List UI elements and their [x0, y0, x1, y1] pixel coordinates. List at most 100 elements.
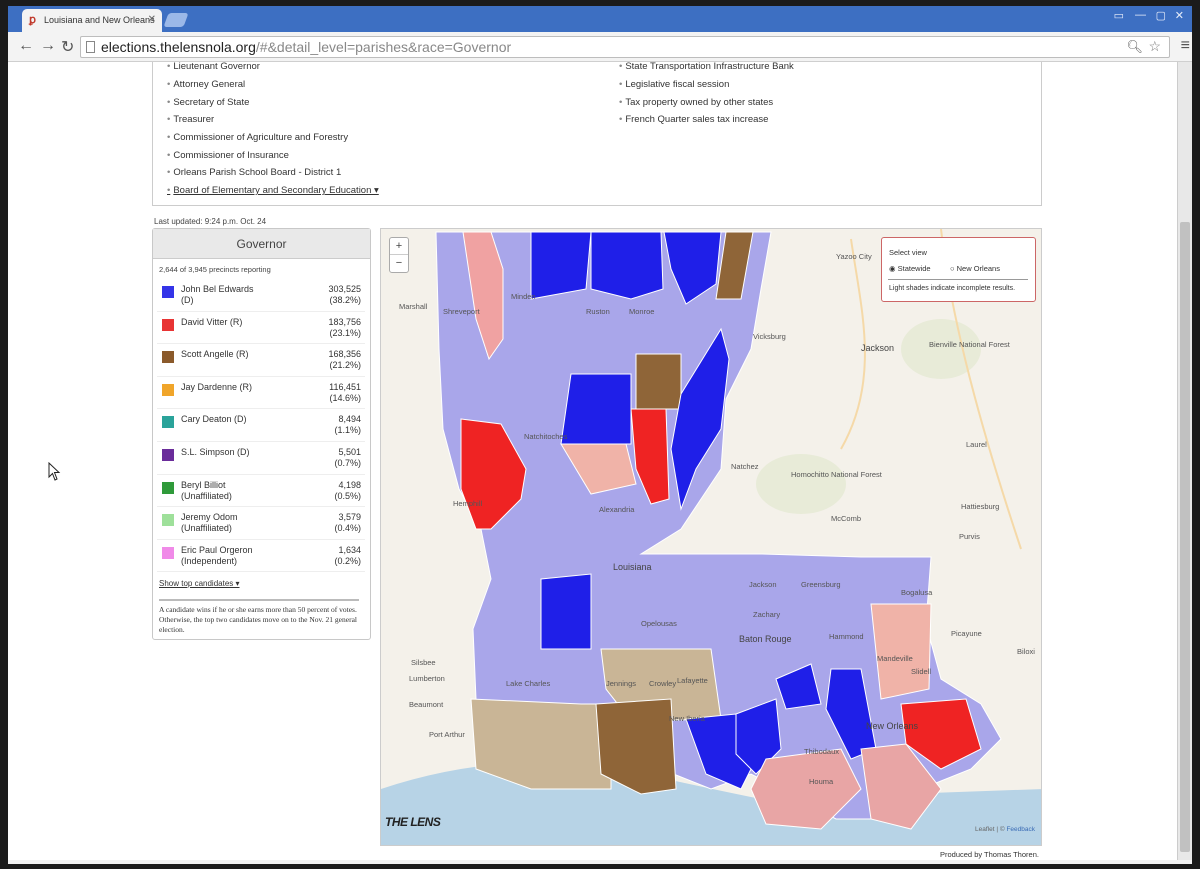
candidate-row: Cary Deaton (D) 8,494 (1.1%) [157, 409, 365, 442]
address-bar[interactable]: elections.thelensnola.org/#&detail_level… [80, 36, 1170, 58]
candidate-name: Beryl Billiot (Unaffiliated) [181, 479, 232, 501]
race-link[interactable]: • State Transportation Infrastructure Ban… [619, 62, 794, 72]
map-label: Crowley [649, 679, 676, 688]
parish-map[interactable]: Yazoo City Jackson Marshall Shreveport M… [380, 228, 1042, 846]
feedback-link[interactable]: Feedback [1006, 826, 1035, 833]
candidate-name: Cary Deaton (D) [181, 414, 247, 425]
candidate-name: Eric Paul Orgeron (Independent) [181, 544, 253, 566]
show-top-candidates-link[interactable]: Show top candidates ▾ [159, 579, 240, 588]
candidate-color-swatch [162, 318, 174, 331]
parish-claiborne[interactable] [530, 231, 592, 300]
minimize-icon[interactable]: — [1135, 9, 1146, 21]
parish-sttammany[interactable] [870, 603, 932, 700]
divider [888, 279, 1028, 280]
candidate-color-swatch [162, 448, 174, 461]
menu-icon[interactable]: ≡ [1181, 37, 1190, 55]
map-label: Ruston [586, 307, 610, 316]
candidate-name: Jay Dardenne (R) [181, 381, 253, 392]
candidate-color-swatch [162, 546, 174, 559]
race-link[interactable]: • Secretary of State [167, 97, 249, 108]
parish-caldwell[interactable] [635, 353, 682, 410]
statewide-option[interactable]: ◉ Statewide [889, 264, 931, 273]
map-label: Hemphill [453, 499, 483, 508]
url-path: /#&detail_level=parishes&race=Governor [255, 39, 512, 55]
candidate-name: S.L. Simpson (D) [181, 446, 250, 457]
map-label: Houma [809, 777, 834, 786]
map-svg[interactable]: Yazoo City Jackson Marshall Shreveport M… [381, 229, 1042, 846]
race-list: • Lieutenant Governor • Attorney General •… [152, 62, 1042, 206]
maximize-icon[interactable]: ▢ [1156, 9, 1166, 22]
map-label: Homochitto National Forest [791, 470, 883, 479]
map-label: Natchitoches [524, 432, 568, 441]
map-label: Thibodaux [804, 747, 839, 756]
zoom-out-button[interactable]: − [390, 255, 408, 272]
results-note: A candidate wins if he or she earns more… [159, 599, 359, 635]
close-tab-icon[interactable]: ✕ [148, 14, 156, 25]
results-panel: Governor 2,644 of 3,945 precincts report… [152, 228, 371, 640]
scrollbar-thumb[interactable] [1180, 222, 1190, 852]
race-link[interactable]: • Orleans Parish School Board - District … [167, 167, 341, 178]
map-label: Beaumont [409, 700, 444, 709]
browser-toolbar: ← → ↻ elections.thelensnola.org/#&detail… [8, 32, 1192, 62]
parish-winn[interactable] [560, 373, 632, 445]
new-tab-button[interactable] [163, 13, 189, 27]
map-hint: Light shades indicate incomplete results… [889, 285, 1016, 292]
select-view-title: Select view [889, 248, 927, 257]
scrollbar[interactable] [1177, 62, 1192, 860]
browser-tab[interactable]: ꝑ Louisiana and New Orleans ✕ [22, 9, 162, 32]
bookmark-star-icon[interactable]: ☆ [1148, 38, 1161, 55]
candidate-row: David Vitter (R) 183,756 (23.1%) [157, 312, 365, 345]
map-label: Picayune [951, 629, 982, 638]
race-link[interactable]: • Tax property owned by other states [619, 97, 773, 108]
the-lens-logo: THE LENS [385, 815, 441, 829]
zoom-control: + − [389, 237, 409, 273]
map-label: Lake Charles [506, 679, 550, 688]
race-link[interactable]: • Lieutenant Governor [167, 62, 260, 72]
race-link[interactable]: • French Quarter sales tax increase [619, 114, 768, 125]
candidate-color-swatch [162, 383, 174, 396]
race-link[interactable]: • Treasurer [167, 114, 214, 125]
map-label: Jennings [606, 679, 636, 688]
tab-bar: ꝑ Louisiana and New Orleans ✕ ▭ — ▢ ✕ [8, 6, 1192, 32]
candidate-color-swatch [162, 351, 174, 364]
user-icon[interactable]: ▭ [1114, 9, 1124, 22]
back-icon[interactable]: ← [18, 37, 34, 55]
race-link[interactable]: • Board of Elementary and Secondary Educa… [167, 185, 379, 196]
candidate-color-swatch [162, 416, 174, 429]
map-label: Bienville National Forest [929, 340, 1011, 349]
map-label: Alexandria [599, 505, 635, 514]
parish-evangeline[interactable] [540, 573, 592, 650]
new-orleans-option[interactable]: ○ New Orleans [950, 264, 1000, 273]
candidate-name: David Vitter (R) [181, 316, 243, 327]
map-label: Jackson [749, 580, 777, 589]
candidate-votes: 183,756 (23.1%) [328, 316, 361, 338]
forward-icon[interactable]: → [40, 37, 56, 55]
race-link[interactable]: • Legislative fiscal session [619, 79, 729, 90]
candidate-votes: 168,356 (21.2%) [328, 349, 361, 371]
map-label: Hattiesburg [961, 502, 999, 511]
reload-icon[interactable]: ↻ [61, 37, 74, 57]
parish-union[interactable] [590, 231, 664, 300]
candidate-color-swatch [162, 286, 174, 298]
candidate-row: Jeremy Odom (Unaffiliated) 3,579 (0.4%) [157, 507, 365, 540]
candidate-row: Beryl Billiot (Unaffiliated) 4,198 (0.5%) [157, 475, 365, 508]
candidate-color-swatch [162, 481, 174, 494]
mouse-cursor-icon [48, 462, 61, 481]
close-window-icon[interactable]: ✕ [1175, 9, 1184, 22]
map-label: Minden [511, 292, 536, 301]
browser-window: ꝑ Louisiana and New Orleans ✕ ▭ — ▢ ✕ ← … [8, 6, 1192, 864]
zoom-in-button[interactable]: + [390, 238, 408, 255]
candidate-row: Eric Paul Orgeron (Independent) 1,634 (0.2%… [157, 540, 365, 573]
candidate-row: Jay Dardenne (R) 116,451 (14.6%) [157, 377, 365, 410]
map-label: Zachary [753, 610, 780, 619]
candidate-name: Jeremy Odom (Unaffiliated) [181, 512, 238, 534]
tab-title: Louisiana and New Orleans [44, 15, 155, 25]
race-link[interactable]: • Commissioner of Insurance [167, 150, 289, 161]
race-link[interactable]: • Commissioner of Agriculture and Forestr… [167, 132, 348, 143]
race-link[interactable]: • Attorney General [167, 79, 245, 90]
map-label: Lafayette [677, 676, 708, 685]
search-icon[interactable]: 🔍︎ [1126, 39, 1143, 55]
select-view-box: Select view ◉ Statewide ○ New Orleans Li… [881, 237, 1036, 302]
candidate-name: John Bel Edwards (D) [181, 284, 254, 305]
map-label: Purvis [959, 532, 980, 541]
